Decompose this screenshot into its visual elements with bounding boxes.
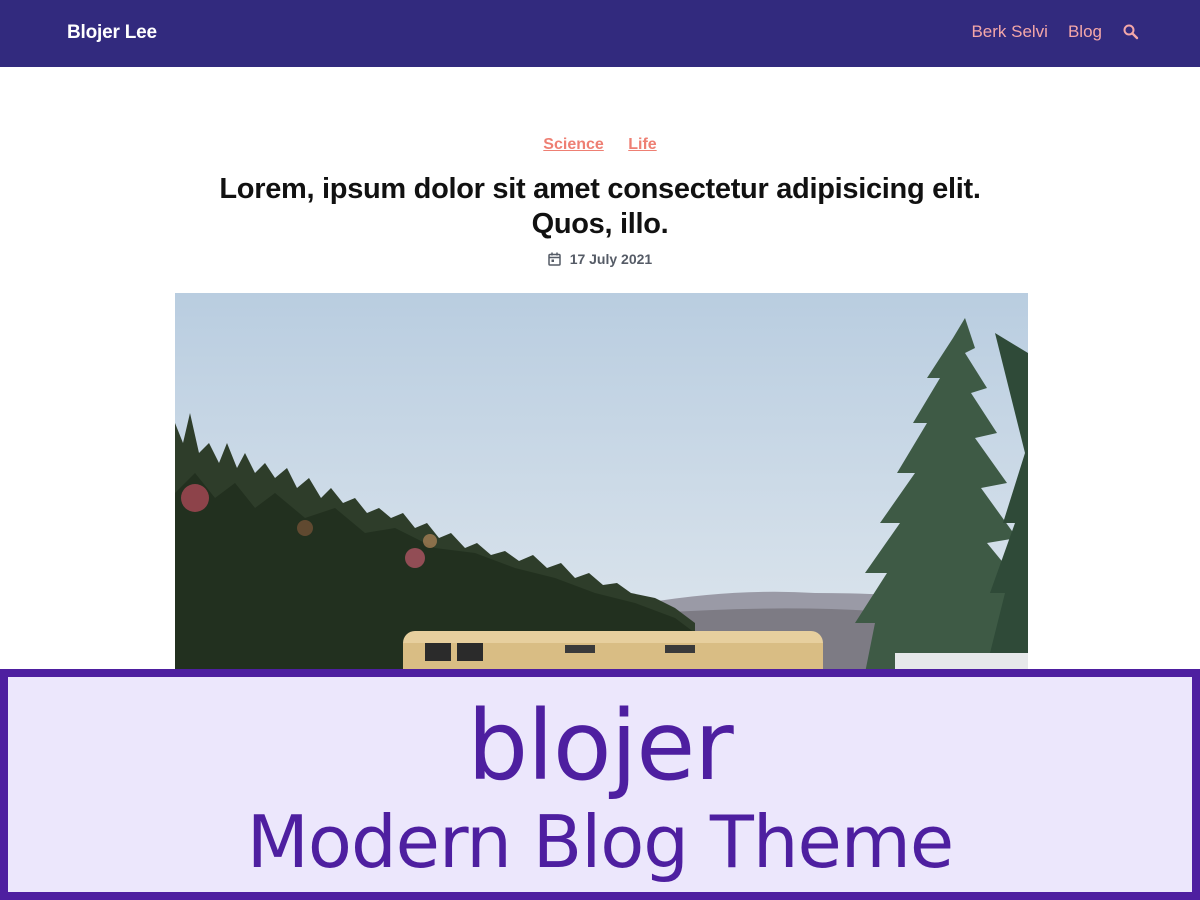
post-categories: Science Life (0, 136, 1200, 154)
search-icon[interactable] (1122, 23, 1140, 41)
category-link-life[interactable]: Life (628, 136, 656, 153)
calendar-icon (548, 251, 570, 267)
post-hero-image (175, 293, 1028, 673)
main-nav: Berk Selvi Blog (951, 22, 1140, 42)
category-link-science[interactable]: Science (543, 136, 603, 153)
post-date: 17 July 2021 (0, 251, 1200, 267)
post-title: Lorem, ipsum dolor sit amet consectetur … (200, 172, 1000, 242)
post-title-line-1: Lorem, ipsum dolor sit amet consectetur … (219, 173, 981, 205)
site-header: Blojer Lee Berk Selvi Blog (0, 0, 1200, 67)
nav-item-berk-selvi[interactable]: Berk Selvi (971, 22, 1048, 42)
theme-tagline: Modern Blog Theme (246, 800, 954, 884)
post-date-text: 17 July 2021 (569, 251, 653, 267)
post-title-line-2: Quos, illo. (531, 208, 669, 240)
theme-banner: blojer Modern Blog Theme (0, 669, 1200, 900)
site-brand-link[interactable]: Blojer Lee (67, 22, 157, 44)
nav-item-blog[interactable]: Blog (1068, 22, 1102, 42)
theme-logo: blojer (467, 690, 734, 802)
